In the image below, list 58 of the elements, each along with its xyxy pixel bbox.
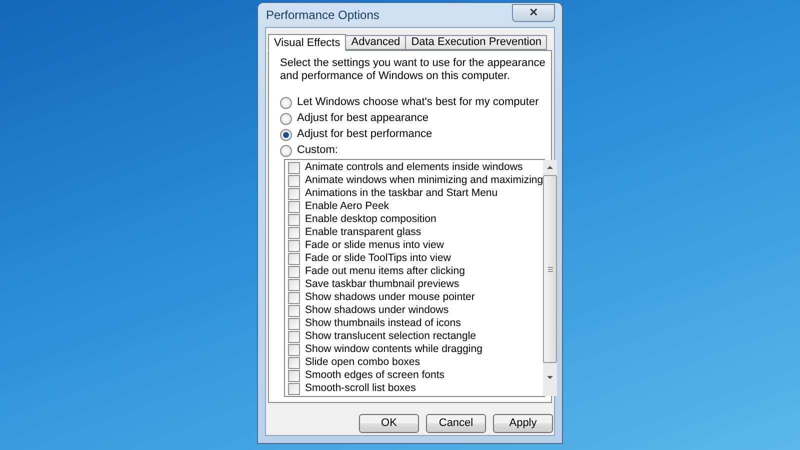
checkbox-label[interactable]: Enable transparent glass xyxy=(305,224,422,240)
checkbox[interactable] xyxy=(288,200,300,212)
radio-button[interactable] xyxy=(280,128,292,140)
checkbox-label[interactable]: Show shadows under mouse pointer xyxy=(305,290,475,306)
tab[interactable]: Advanced xyxy=(345,35,406,50)
checkbox[interactable] xyxy=(288,356,300,368)
checkbox[interactable] xyxy=(288,292,300,304)
checkbox-label[interactable]: Smooth-scroll list boxes xyxy=(305,380,416,396)
checkbox[interactable] xyxy=(288,318,300,330)
checkbox[interactable] xyxy=(288,188,300,200)
grip-icon xyxy=(548,266,553,272)
checkbox[interactable] xyxy=(288,330,300,342)
checkbox[interactable] xyxy=(288,240,300,252)
checkbox-label[interactable]: Enable Aero Peek xyxy=(305,198,390,214)
checkbox-label[interactable]: Save taskbar thumbnail previews xyxy=(305,276,460,292)
checkbox-label[interactable]: Animations in the taskbar and Start Menu xyxy=(305,186,498,202)
dialog-button[interactable]: Apply xyxy=(493,414,553,433)
checkbox-label[interactable]: Fade or slide menus into view xyxy=(305,238,444,254)
checkbox-label[interactable]: Animate windows when minimizing and maximizing xyxy=(305,172,544,188)
checkbox[interactable] xyxy=(288,278,300,290)
checkbox[interactable] xyxy=(288,266,300,278)
checkbox-label[interactable]: Show window contents while dragging xyxy=(305,342,482,358)
description-text: Select the settings you want to use for the appearance and performance of Windows on this computer. xyxy=(280,57,546,83)
checkbox[interactable] xyxy=(288,214,300,226)
scrollbar[interactable] xyxy=(543,160,558,396)
checkbox[interactable] xyxy=(288,174,300,186)
option-label[interactable]: Adjust for best performance xyxy=(297,126,432,143)
dialog-button[interactable]: OK xyxy=(359,414,419,433)
checkbox[interactable] xyxy=(288,370,300,382)
checkbox[interactable] xyxy=(288,344,300,356)
option-label[interactable]: Custom: xyxy=(297,142,338,159)
scroll-down-icon[interactable] xyxy=(547,376,554,379)
checkbox-label[interactable]: Slide open combo boxes xyxy=(305,354,420,370)
tab[interactable]: Visual Effects xyxy=(268,34,346,51)
radio-button[interactable] xyxy=(280,144,292,156)
checkbox[interactable] xyxy=(288,252,300,264)
checkbox-label[interactable]: Smooth edges of screen fonts xyxy=(305,368,444,384)
close-button[interactable]: ✕ xyxy=(512,4,555,22)
scrollbar-thumb[interactable] xyxy=(543,175,558,363)
radio-button[interactable] xyxy=(280,96,292,108)
scroll-up-icon[interactable] xyxy=(547,166,554,169)
checkbox-label[interactable]: Show translucent selection rectangle xyxy=(305,328,476,344)
option-label[interactable]: Adjust for best appearance xyxy=(297,110,428,127)
checkbox-label[interactable]: Animate controls and elements inside windows xyxy=(305,160,523,176)
checkbox[interactable] xyxy=(288,382,300,394)
option-label[interactable]: Let Windows choose what's best for my computer xyxy=(297,94,539,111)
checkbox[interactable] xyxy=(288,162,300,174)
checkbox-label[interactable]: Fade out menu items after clicking xyxy=(305,264,465,280)
checkbox[interactable] xyxy=(288,226,300,238)
tab[interactable]: Data Execution Prevention xyxy=(405,35,548,50)
checkbox-label[interactable]: Fade or slide ToolTips into view xyxy=(305,250,451,266)
checkbox[interactable] xyxy=(288,304,300,316)
checkbox-label[interactable]: Show shadows under windows xyxy=(305,302,449,318)
checkbox-label[interactable]: Enable desktop composition xyxy=(305,212,436,228)
window-title: Performance Options xyxy=(265,7,380,24)
radio-button[interactable] xyxy=(280,112,292,124)
dialog-button[interactable]: Cancel xyxy=(426,414,486,433)
checkbox-label[interactable]: Show thumbnails instead of icons xyxy=(305,316,461,332)
